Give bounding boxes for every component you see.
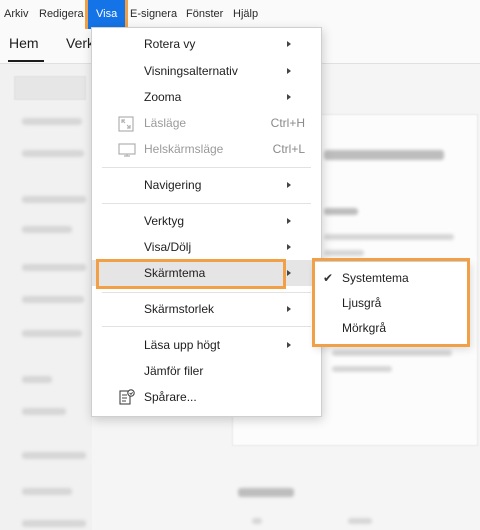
menu-item-view-options[interactable]: Visningsalternativ [92,58,321,84]
menu-item-screen-size[interactable]: Skärmstorlek [92,296,321,322]
menu-item-zoom[interactable]: Zooma [92,84,321,110]
tab-active-indicator [8,60,44,62]
tracker-icon [118,388,135,405]
menu-item-label: Läsläge [144,116,187,130]
chevron-right-icon [285,332,293,358]
menu-item-label: Helskärmsläge [144,142,224,156]
menu-item-label: Visningsalternativ [144,64,238,78]
menu-item-label: Skärmtema [144,266,206,280]
menu-item-compare-files[interactable]: Jämför filer [92,358,321,384]
menu-bar: Arkiv Redigera Visa E-signera Fönster Hj… [0,0,480,30]
submenu-item-light-gray[interactable]: Ljusgrå [315,291,469,315]
chevron-right-icon [285,31,293,57]
reading-mode-icon [118,115,134,132]
menu-item-label: Navigering [144,178,202,192]
chevron-right-icon [285,58,293,84]
menu-item-reading-mode[interactable]: Läsläge Ctrl+H [92,110,321,136]
left-panel-blurred [0,64,92,530]
menu-arkiv[interactable]: Arkiv [4,0,28,29]
menu-item-label: Zooma [144,90,182,104]
menu-redigera[interactable]: Redigera [39,0,84,29]
menu-item-rotate-view[interactable]: Rotera vy [92,31,321,57]
menu-separator [102,292,311,293]
menu-item-show-hide[interactable]: Visa/Dölj [92,234,321,260]
chevron-right-icon [285,208,293,234]
menu-e-signera[interactable]: E-signera [130,0,177,29]
menu-item-label: Spårare... [144,390,197,404]
view-menu: Rotera vy Visningsalternativ Zooma Läslä… [91,27,322,417]
menu-item-tracker[interactable]: Spårare... [92,384,321,410]
submenu-item-label: Mörkgrå [342,321,387,335]
submenu-item-system-theme[interactable]: ✔ Systemtema [315,266,469,290]
menu-item-fullscreen[interactable]: Helskärmsläge Ctrl+L [92,136,321,162]
menu-visa[interactable]: Visa [88,0,126,29]
menu-fonster[interactable]: Fönster [186,0,223,29]
menu-separator [102,203,311,204]
menu-item-read-aloud[interactable]: Läsa upp högt [92,332,321,358]
fullscreen-icon [118,141,136,157]
menu-item-screen-theme[interactable]: Skärmtema [92,260,321,286]
checkmark-icon: ✔ [323,271,334,285]
chevron-right-icon [285,296,293,322]
tab-tools[interactable]: Verk [66,35,94,51]
menu-item-label: Rotera vy [144,37,196,51]
menu-separator [102,167,311,168]
chevron-right-icon [285,84,293,110]
tab-home[interactable]: Hem [9,35,39,51]
menu-item-label: Visa/Dölj [144,240,192,254]
shortcut-label: Ctrl+H [270,116,305,130]
menu-item-label: Läsa upp högt [144,338,221,352]
menu-separator [102,326,311,327]
menu-item-label: Jämför filer [144,364,204,378]
chevron-right-icon [285,172,293,198]
menu-item-navigation[interactable]: Navigering [92,172,321,198]
submenu-item-dark-gray[interactable]: Mörkgrå [315,316,469,340]
shortcut-label: Ctrl+L [272,142,305,156]
chevron-right-icon [285,234,293,260]
submenu-item-label: Systemtema [342,271,409,285]
menu-item-label: Skärmstorlek [144,302,215,316]
menu-item-tools[interactable]: Verktyg [92,208,321,234]
screen-theme-submenu: ✔ Systemtema Ljusgrå Mörkgrå [314,261,470,346]
submenu-item-label: Ljusgrå [342,296,382,310]
chevron-right-icon [285,260,293,286]
menu-item-label: Verktyg [144,214,185,228]
menu-hjalp[interactable]: Hjälp [233,0,258,29]
